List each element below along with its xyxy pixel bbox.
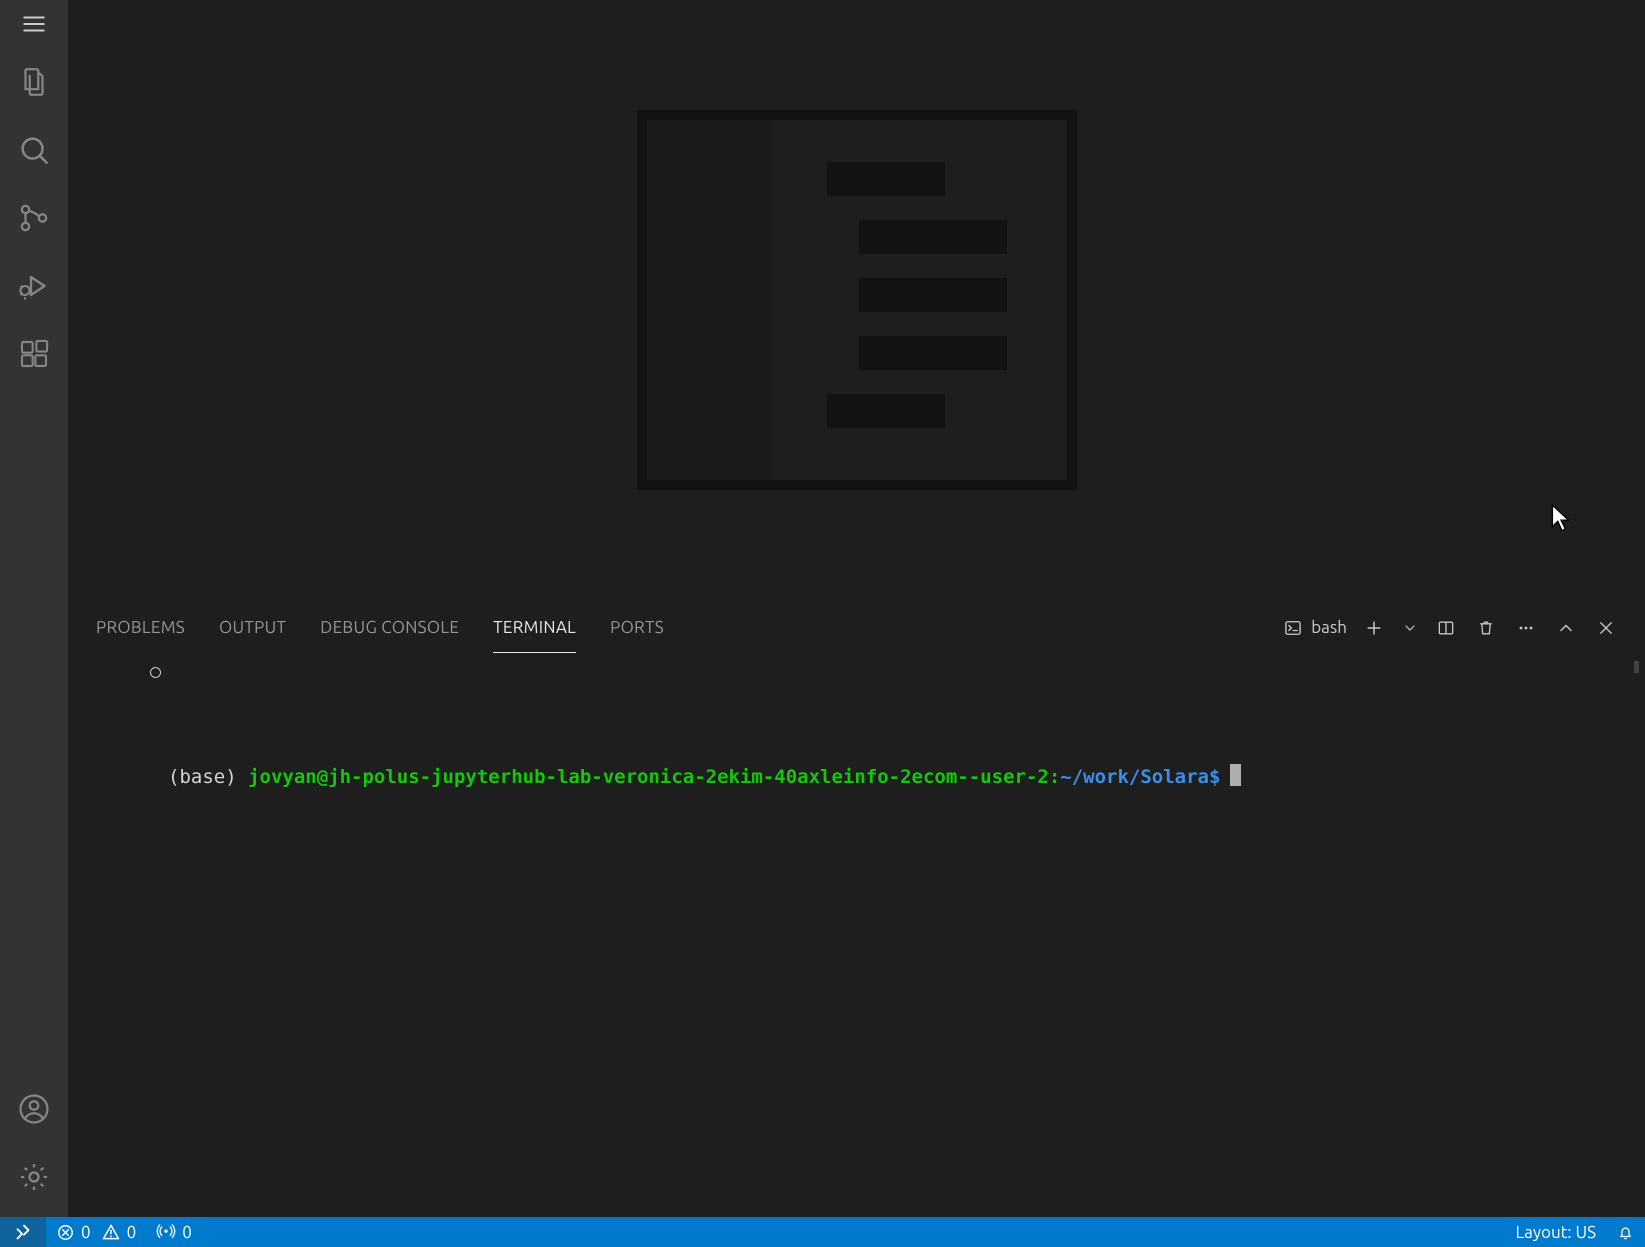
terminal-decoration-icon (150, 667, 161, 678)
sidebar-item-explorer[interactable] (0, 48, 68, 116)
kill-terminal-button[interactable] (1471, 613, 1501, 643)
tab-debug-console[interactable]: DEBUG CONSOLE (320, 602, 459, 653)
ellipsis-icon (1516, 618, 1536, 638)
terminal-scrollbar[interactable] (1634, 661, 1639, 673)
status-notifications[interactable] (1606, 1217, 1645, 1247)
new-terminal-button[interactable] (1359, 613, 1389, 643)
sidebar-item-source-control[interactable] (0, 184, 68, 252)
terminal-output[interactable]: (base) jovyan@jh-polus-jupyterhub-lab-ve… (68, 653, 1645, 1217)
status-layout-label: Layout: US (1516, 1223, 1597, 1242)
remote-icon (12, 1221, 34, 1243)
terminal-profile-name: bash (1311, 618, 1347, 637)
terminal-profile-icon (1283, 618, 1303, 638)
terminal-profile-label[interactable]: bash (1283, 618, 1347, 638)
status-keyboard-layout[interactable]: Layout: US (1506, 1217, 1607, 1247)
search-icon (17, 133, 51, 167)
terminal-profile-dropdown[interactable] (1399, 613, 1421, 643)
sidebar-item-settings[interactable] (0, 1143, 68, 1211)
status-warnings-count: 0 (127, 1223, 137, 1242)
bell-icon (1616, 1223, 1635, 1242)
status-errors-count: 0 (81, 1223, 91, 1242)
status-ports-count: 0 (182, 1223, 192, 1242)
terminal-colon: : (1049, 766, 1060, 788)
activity-bar (0, 0, 68, 1217)
tab-ports[interactable]: PORTS (610, 602, 664, 653)
tab-output[interactable]: OUTPUT (219, 602, 286, 653)
extensions-icon (18, 338, 50, 370)
tab-problems[interactable]: PROBLEMS (96, 602, 185, 653)
chevron-up-icon (1556, 618, 1576, 638)
terminal-cursor (1230, 764, 1241, 786)
account-icon (17, 1092, 51, 1126)
terminal-prompt-symbol: $ (1209, 766, 1220, 788)
files-icon (17, 65, 51, 99)
editor-watermark-icon (637, 110, 1077, 490)
sidebar-item-extensions[interactable] (0, 320, 68, 388)
terminal-user-host: jovyan@jh-polus-jupyterhub-lab-veronica-… (248, 766, 1049, 788)
more-actions-button[interactable] (1511, 613, 1541, 643)
source-control-icon (17, 201, 51, 235)
hamburger-icon (21, 11, 47, 37)
run-debug-icon (16, 268, 52, 304)
bottom-panel: PROBLEMS OUTPUT DEBUG CONSOLE TERMINAL P… (68, 600, 1645, 1217)
status-problems[interactable]: 0 0 (46, 1217, 146, 1247)
terminal-path: ~/work/Solara (1060, 766, 1209, 788)
sidebar-item-search[interactable] (0, 116, 68, 184)
editor-area (68, 0, 1645, 600)
terminal-env: (base) (168, 766, 237, 788)
radio-tower-icon (156, 1222, 176, 1242)
mouse-cursor-icon (1550, 503, 1572, 533)
close-icon (1597, 619, 1615, 637)
sidebar-item-accounts[interactable] (0, 1075, 68, 1143)
menu-button[interactable] (0, 0, 68, 48)
chevron-down-icon (1402, 620, 1418, 636)
gear-icon (17, 1160, 51, 1194)
maximize-panel-button[interactable] (1551, 613, 1581, 643)
error-icon (56, 1223, 75, 1242)
warning-icon (101, 1222, 121, 1242)
sidebar-item-run-debug[interactable] (0, 252, 68, 320)
split-terminal-button[interactable] (1431, 613, 1461, 643)
remote-indicator[interactable] (0, 1217, 46, 1247)
close-panel-button[interactable] (1591, 613, 1621, 643)
split-panel-icon (1436, 618, 1456, 638)
panel-header: PROBLEMS OUTPUT DEBUG CONSOLE TERMINAL P… (68, 601, 1645, 653)
plus-icon (1364, 618, 1384, 638)
status-bar: 0 0 0 Layout: US (0, 1217, 1645, 1247)
status-ports[interactable]: 0 (146, 1217, 202, 1247)
tab-terminal[interactable]: TERMINAL (493, 602, 576, 653)
trash-icon (1476, 618, 1496, 638)
